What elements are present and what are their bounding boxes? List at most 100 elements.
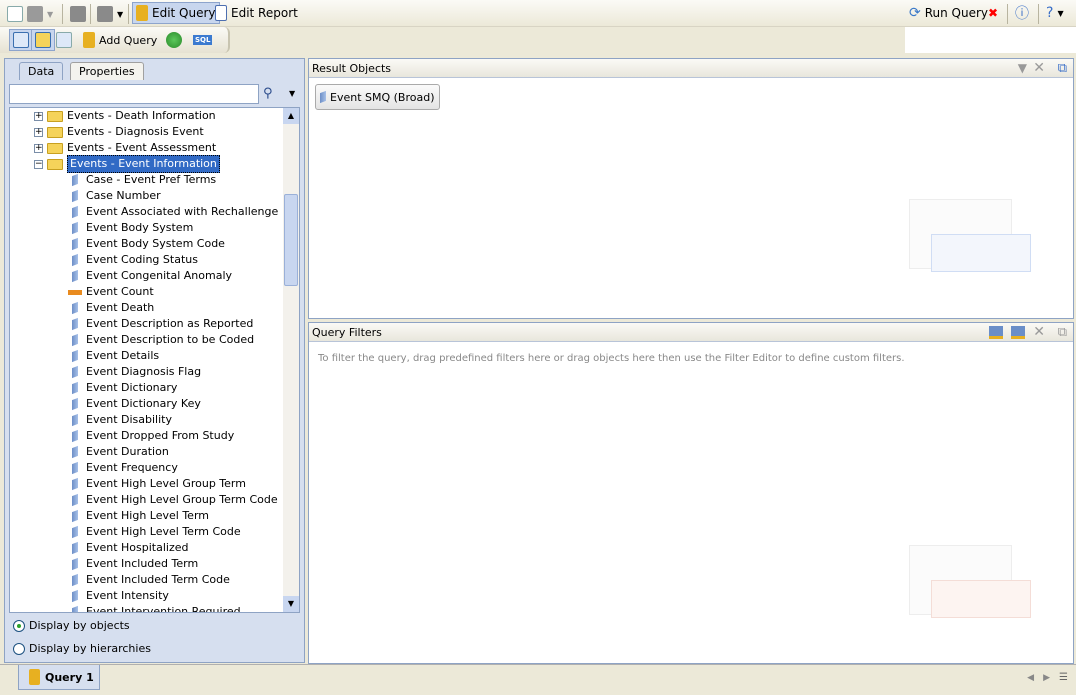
- edit-report-button[interactable]: Edit Report: [212, 2, 301, 24]
- tree-item[interactable]: Event Congenital Anomaly: [68, 268, 232, 284]
- remove-all-filters-icon[interactable]: ⧉: [1058, 323, 1067, 342]
- tree-item[interactable]: − Events - Event Information: [34, 155, 220, 173]
- dimension-icon: [72, 333, 78, 347]
- collapse-icon[interactable]: −: [34, 159, 43, 169]
- purge-button[interactable]: ✖: [985, 2, 1001, 24]
- chevron-down-icon: ▼: [47, 9, 54, 19]
- tree-item[interactable]: Event Body System: [68, 220, 193, 236]
- tab-scroll-left-icon[interactable]: ◀: [1027, 673, 1034, 683]
- measure-icon: [68, 289, 82, 295]
- dimension-icon: [72, 317, 78, 331]
- save-button[interactable]: ▼: [24, 3, 56, 25]
- tree-item-label: Event Description to be Coded: [86, 333, 255, 346]
- tab-label: Query 1: [45, 670, 94, 684]
- remove-all-icon[interactable]: ⧉: [1058, 59, 1067, 78]
- tree-item[interactable]: Event High Level Group Term: [68, 476, 246, 492]
- edit-query-button[interactable]: Edit Query: [132, 2, 220, 24]
- add-query-button[interactable]: Add Query: [80, 29, 160, 51]
- tree-item[interactable]: Event Count: [68, 284, 154, 300]
- predefined-filter-icon[interactable]: [989, 326, 1003, 339]
- expand-icon[interactable]: +: [34, 127, 43, 137]
- tree-item[interactable]: Event Description as Reported: [68, 316, 253, 332]
- tab-properties[interactable]: Properties: [70, 62, 144, 80]
- tree-item[interactable]: Event High Level Term: [68, 508, 209, 524]
- tree-item[interactable]: Event Coding Status: [68, 252, 198, 268]
- find-binoculars-icon[interactable]: ⚲: [263, 86, 273, 101]
- tree-item[interactable]: Event Hospitalized: [68, 540, 188, 556]
- tree-item[interactable]: + Events - Event Assessment: [34, 140, 216, 156]
- expand-icon[interactable]: +: [34, 111, 43, 121]
- tree-item[interactable]: Event Associated with Rechallenge: [68, 204, 278, 220]
- scrollbar-thumb[interactable]: [284, 194, 298, 286]
- tree-item[interactable]: + Events - Diagnosis Event: [34, 124, 204, 140]
- chevron-down-icon: ▼: [117, 9, 124, 19]
- tree-item-label: Event Intensity: [86, 589, 169, 602]
- tab-query-1[interactable]: Query 1: [18, 665, 100, 690]
- tree-item[interactable]: Event Details: [68, 348, 159, 364]
- data-preview-icon: [56, 32, 72, 48]
- save-icon: [27, 6, 43, 22]
- query-toolbar: Add Query SQL: [0, 27, 230, 53]
- tree-item[interactable]: Case - Event Pref Terms: [68, 172, 216, 188]
- dimension-icon: [72, 205, 78, 219]
- tree-scrollbar[interactable]: ▲ ▼: [283, 108, 299, 612]
- display-by-objects-radio[interactable]: Display by objects: [13, 619, 130, 632]
- print-button[interactable]: [67, 3, 89, 25]
- help-button[interactable]: ? ▼: [1043, 2, 1067, 24]
- new-document-button[interactable]: [4, 3, 26, 25]
- display-by-hierarchies-radio[interactable]: Display by hierarchies: [13, 642, 151, 655]
- tree-item[interactable]: Event High Level Term Code: [68, 524, 241, 540]
- add-filter-icon[interactable]: [1011, 326, 1025, 339]
- tree-item[interactable]: Event Dropped From Study: [68, 428, 234, 444]
- info-icon: ⓘ: [1015, 6, 1029, 22]
- search-input[interactable]: [9, 84, 259, 104]
- tree-item[interactable]: Event High Level Group Term Code: [68, 492, 278, 508]
- remove-icon[interactable]: ✕: [1033, 323, 1045, 342]
- tree-item[interactable]: Event Disability: [68, 412, 172, 428]
- tree-item-label: Events - Event Information: [67, 155, 220, 173]
- tab-data[interactable]: Data: [19, 62, 64, 80]
- info-button[interactable]: ⓘ: [1012, 2, 1032, 24]
- tree-item[interactable]: Event Included Term Code: [68, 572, 230, 588]
- tree-item[interactable]: Event Intensity: [68, 588, 169, 604]
- tab-scroll-right-icon[interactable]: ▶: [1043, 673, 1050, 683]
- tree-item-label: Event Coding Status: [86, 253, 198, 266]
- tree-item[interactable]: Event Included Term: [68, 556, 198, 572]
- tree-item[interactable]: + Events - Death Information: [34, 108, 216, 124]
- dimension-icon: [72, 397, 78, 411]
- tree-item[interactable]: Event Diagnosis Flag: [68, 364, 201, 380]
- drop-filters-watermark-icon: [909, 545, 1034, 640]
- sql-button[interactable]: SQL: [190, 29, 215, 51]
- tree-item-label: Case Number: [86, 189, 161, 202]
- toolbar-blank: [905, 27, 1076, 53]
- purge-icon: ✖: [988, 6, 999, 20]
- remove-icon[interactable]: ✕: [1033, 59, 1045, 78]
- search-options-chevron-icon[interactable]: ▼: [289, 89, 295, 98]
- tab-list-icon[interactable]: ☰: [1059, 672, 1068, 683]
- combined-query-icon: [166, 32, 182, 48]
- tree-item[interactable]: Event Description to be Coded: [68, 332, 254, 348]
- tree-item[interactable]: Event Duration: [68, 444, 169, 460]
- tree-item[interactable]: Event Death: [68, 300, 154, 316]
- data-preview-button[interactable]: [53, 29, 75, 51]
- scroll-up-icon[interactable]: ▲: [283, 108, 299, 124]
- filter-icon[interactable]: ▼: [1018, 59, 1027, 78]
- tree-item[interactable]: Event Intervention Required: [68, 604, 241, 612]
- run-query-button[interactable]: ⟳ Run Query: [906, 2, 991, 24]
- scroll-down-icon[interactable]: ▼: [283, 596, 299, 612]
- tree-item[interactable]: Case Number: [68, 188, 161, 204]
- tree-item[interactable]: Event Body System Code: [68, 236, 225, 252]
- folder-icon: [47, 126, 63, 138]
- layout-button[interactable]: [9, 29, 33, 51]
- filter-pane-button[interactable]: [31, 29, 55, 51]
- tree-item-label: Event Body System Code: [86, 237, 225, 250]
- tree-item[interactable]: Event Dictionary: [68, 380, 177, 396]
- combine-query-button[interactable]: [163, 29, 185, 51]
- result-object-chip[interactable]: Event SMQ (Broad): [315, 84, 440, 110]
- expand-icon[interactable]: +: [34, 143, 43, 153]
- view-button[interactable]: ▼: [94, 3, 126, 25]
- tree-item-label: Event Duration: [86, 445, 169, 458]
- tree-item[interactable]: Event Dictionary Key: [68, 396, 201, 412]
- folder-icon: [47, 158, 63, 170]
- tree-item[interactable]: Event Frequency: [68, 460, 178, 476]
